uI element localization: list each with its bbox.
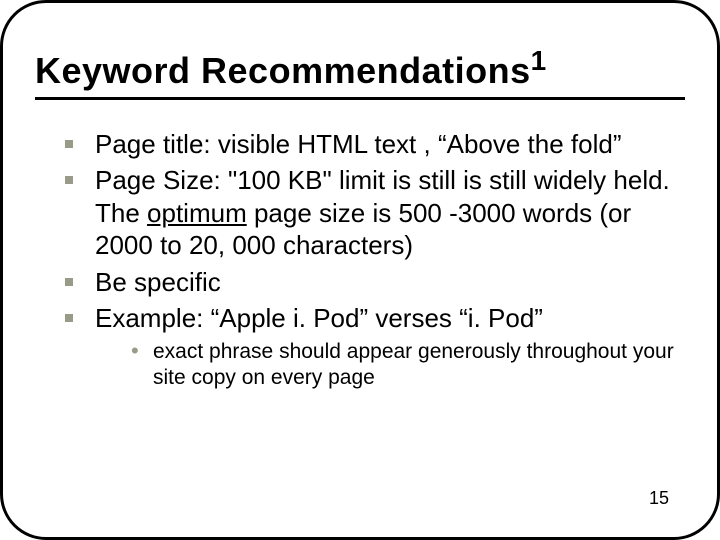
title-superscript: 1 (531, 45, 547, 76)
list-item: Page Size: "100 KB" limit is still is st… (65, 164, 675, 262)
bullet-text-underlined: optimum (147, 198, 247, 228)
bullet-list: Page title: visible HTML text , “Above t… (35, 128, 685, 392)
page-number: 15 (649, 488, 669, 509)
sub-bullet-list: exact phrase should appear generously th… (95, 339, 675, 392)
bullet-text: Example: “Apple i. Pod” verses “i. Pod” (95, 303, 543, 333)
title-text: Keyword Recommendations (35, 50, 531, 91)
slide-frame: Keyword Recommendations1 Page title: vis… (0, 0, 720, 540)
title-underline: Keyword Recommendations1 (35, 51, 685, 100)
sub-bullet-text: exact phrase should appear generously th… (153, 340, 674, 389)
list-item: Example: “Apple i. Pod” verses “i. Pod” … (65, 302, 675, 391)
slide-title: Keyword Recommendations1 (35, 51, 685, 91)
bullet-text: Be specific (95, 267, 221, 297)
bullet-text: Page title: visible HTML text , “Above t… (95, 129, 622, 159)
sub-list-item: exact phrase should appear generously th… (131, 339, 675, 392)
list-item: Page title: visible HTML text , “Above t… (65, 128, 675, 161)
list-item: Be specific (65, 266, 675, 299)
